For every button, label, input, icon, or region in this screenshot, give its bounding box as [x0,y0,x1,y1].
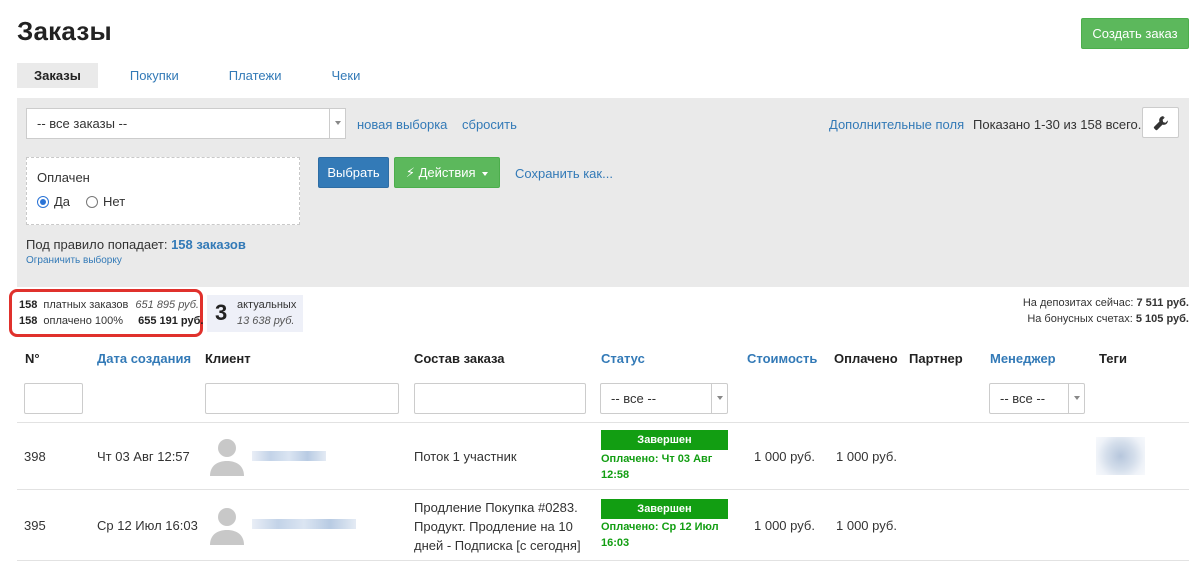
paid-radio-group: Да Нет [37,194,141,209]
paid-orders-sum: 651 895 руб. [135,299,199,311]
new-selection-link[interactable]: новая выборка [357,117,447,132]
row-divider [17,422,1189,423]
column-num: N° [25,351,40,366]
column-status-sort[interactable]: Статус [601,351,645,366]
paid-orders-summary: 158 платных заказов 651 895 руб. 158 опл… [9,289,203,337]
paid-orders-count: 158 [19,299,38,311]
status-badge: Завершен [601,499,728,519]
actual-label: актуальных [237,299,297,311]
avatar-icon [210,439,244,476]
filter-num-input[interactable] [24,383,83,414]
column-manager-sort[interactable]: Менеджер [990,351,1056,366]
filter-manager-value: -- все -- [1000,391,1046,406]
filter-client-input[interactable] [205,383,399,414]
rule-prefix: Под правило попадает: [26,237,168,252]
chevron-down-icon [1074,396,1080,400]
select-button[interactable]: Выбрать [318,157,389,188]
extra-fields-link[interactable]: Дополнительные поля [829,117,964,132]
radio-no-label[interactable]: Нет [103,194,125,209]
create-order-button[interactable]: Создать заказ [1081,18,1189,49]
bonus-label: На бонусных счетах: [1027,313,1133,325]
actual-orders-summary[interactable]: 3 актуальных 13 638 руб. [207,295,303,332]
page-title: Заказы [17,16,112,46]
order-composition-link[interactable]: Поток 1 участник [414,449,517,464]
filter-panel: -- все заказы -- новая выборка сбросить … [17,98,1189,287]
column-paid: Оплачено [834,351,898,366]
filter-composition-input[interactable] [414,383,586,414]
bolt-icon: ⚡ [405,165,415,180]
caret-down-icon [482,171,489,176]
radio-yes-label[interactable]: Да [54,194,70,209]
deposits-value: 7 511 руб. [1136,297,1189,309]
status-badge: Завершен [601,430,728,450]
order-composition-link[interactable]: Продление Покупка #0283. Продукт. Продле… [414,498,594,555]
order-created: Чт 03 Авг 12:57 [97,449,190,464]
column-partner: Партнер [909,351,963,366]
reset-link[interactable]: сбросить [462,117,517,132]
paid-line: 158 оплачено 100% 655 191 руб. [19,315,203,327]
deposits-label: На депозитах сейчас: [1022,297,1134,309]
order-cost: 1 000 руб. [754,449,815,464]
order-created: Ср 12 Июл 16:03 [97,518,198,533]
selection-value: -- все заказы -- [37,116,128,131]
tab-purchases[interactable]: Покупки [113,63,196,88]
avatar-icon [210,508,244,545]
deposits-line: На депозитах сейчас: 7 511 руб. [1023,297,1189,309]
condition-box: Оплачен Да Нет [26,157,300,225]
save-as-link[interactable]: Сохранить как... [515,166,613,181]
selection-dropdown-toggle[interactable] [329,109,345,138]
row-divider [17,560,1189,561]
tags-blurred [1096,437,1145,475]
client-name-blurred[interactable] [252,519,356,529]
radio-yes[interactable] [37,195,49,208]
order-paid: 1 000 руб. [836,449,897,464]
chevron-down-icon [717,396,723,400]
column-cost-sort[interactable]: Стоимость [747,351,817,366]
filter-manager-select[interactable]: -- все -- [989,383,1085,414]
paid-info: Оплачено: Чт 03 Авг 12:58 [601,453,713,481]
actions-button[interactable]: ⚡ Действия [394,157,500,188]
paid-orders-label: платных заказов [43,299,129,311]
row-divider [17,489,1189,490]
tab-orders[interactable]: Заказы [17,63,98,88]
column-client: Клиент [205,351,251,366]
wrench-icon [1153,116,1168,131]
order-cost: 1 000 руб. [754,518,815,533]
paid-count: 158 [19,315,38,327]
paid-sum: 655 191 руб. [138,315,204,327]
tab-payments[interactable]: Платежи [212,63,299,88]
tabs-bar: Заказы Покупки Платежи Чеки [17,63,393,88]
shown-count-text: Показано 1-30 из 158 всего. [973,117,1142,132]
bonus-value: 5 105 руб. [1135,313,1189,325]
actions-label: Действия [418,165,476,180]
tab-receipts[interactable]: Чеки [314,63,377,88]
filter-status-select[interactable]: -- все -- [600,383,728,414]
column-created-sort[interactable]: Дата создания [97,351,191,366]
column-tags: Теги [1099,351,1127,366]
limit-selection-link[interactable]: Ограничить выборку [26,255,122,266]
settings-tool-button[interactable] [1142,107,1179,138]
order-id-link[interactable]: 398 [24,449,46,464]
order-id-link[interactable]: 395 [24,518,46,533]
rule-text: Под правило попадает: 158 заказов [26,237,246,252]
order-paid: 1 000 руб. [836,518,897,533]
paid-label: оплачено 100% [43,315,124,327]
paid-orders-line: 158 платных заказов 651 895 руб. [19,299,199,311]
chevron-down-icon [335,121,341,125]
filter-status-value: -- все -- [611,391,657,406]
column-composition: Состав заказа [414,351,505,366]
paid-info: Оплачено: Ср 12 Июл 16:03 [601,521,719,549]
rule-count-link[interactable]: 158 заказов [171,237,246,252]
filter-manager-toggle[interactable] [1068,384,1084,413]
actual-count: 3 [215,300,228,325]
actual-sum: 13 638 руб. [237,315,295,327]
condition-label: Оплачен [37,170,90,185]
selection-dropdown[interactable]: -- все заказы -- [26,108,346,139]
bonus-line: На бонусных счетах: 5 105 руб. [1027,313,1189,325]
client-name-blurred[interactable] [252,451,326,461]
filter-status-toggle[interactable] [711,384,727,413]
radio-no[interactable] [86,195,99,208]
